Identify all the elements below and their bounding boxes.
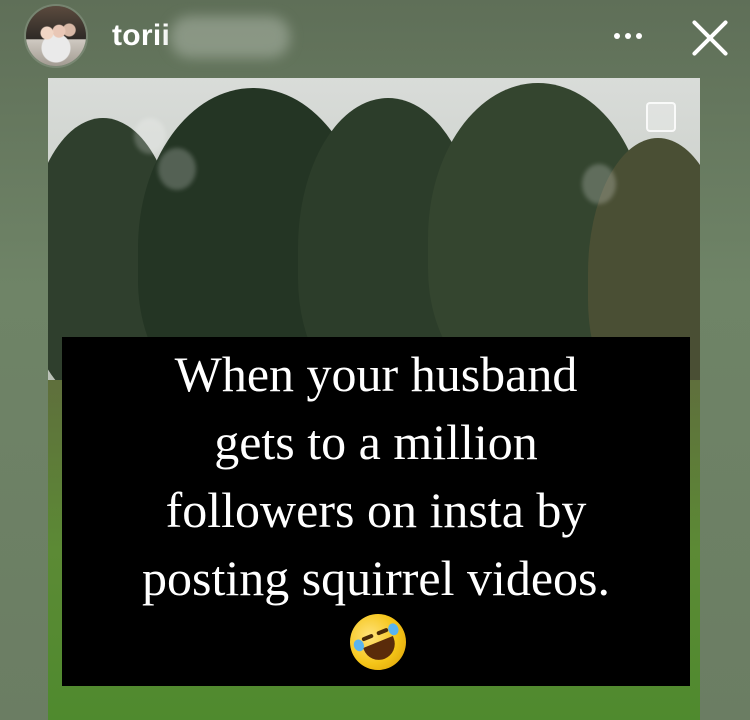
story-header: torii (0, 0, 750, 78)
username[interactable]: torii (112, 18, 170, 54)
avatar[interactable] (24, 4, 88, 68)
more-options-button[interactable] (608, 22, 648, 50)
caption-line: followers on insta by (165, 482, 587, 538)
more-horizontal-icon (614, 33, 620, 39)
raindrop (582, 164, 616, 204)
redaction-blur (170, 16, 290, 58)
caption-line: posting squirrel videos. (141, 550, 611, 606)
caption-card: When your husband gets to a million foll… (62, 337, 690, 686)
avatar-photo (26, 6, 86, 66)
caption-line: When your husband (174, 346, 578, 402)
raindrop (134, 118, 166, 154)
close-button[interactable] (686, 14, 734, 62)
rolling-on-the-floor-laughing-emoji-icon (341, 605, 415, 679)
caption-text: When your husband gets to a million foll… (62, 340, 690, 612)
raindrop (158, 148, 196, 190)
caption-line: gets to a million (214, 414, 538, 470)
sticker-square-icon (646, 102, 676, 132)
